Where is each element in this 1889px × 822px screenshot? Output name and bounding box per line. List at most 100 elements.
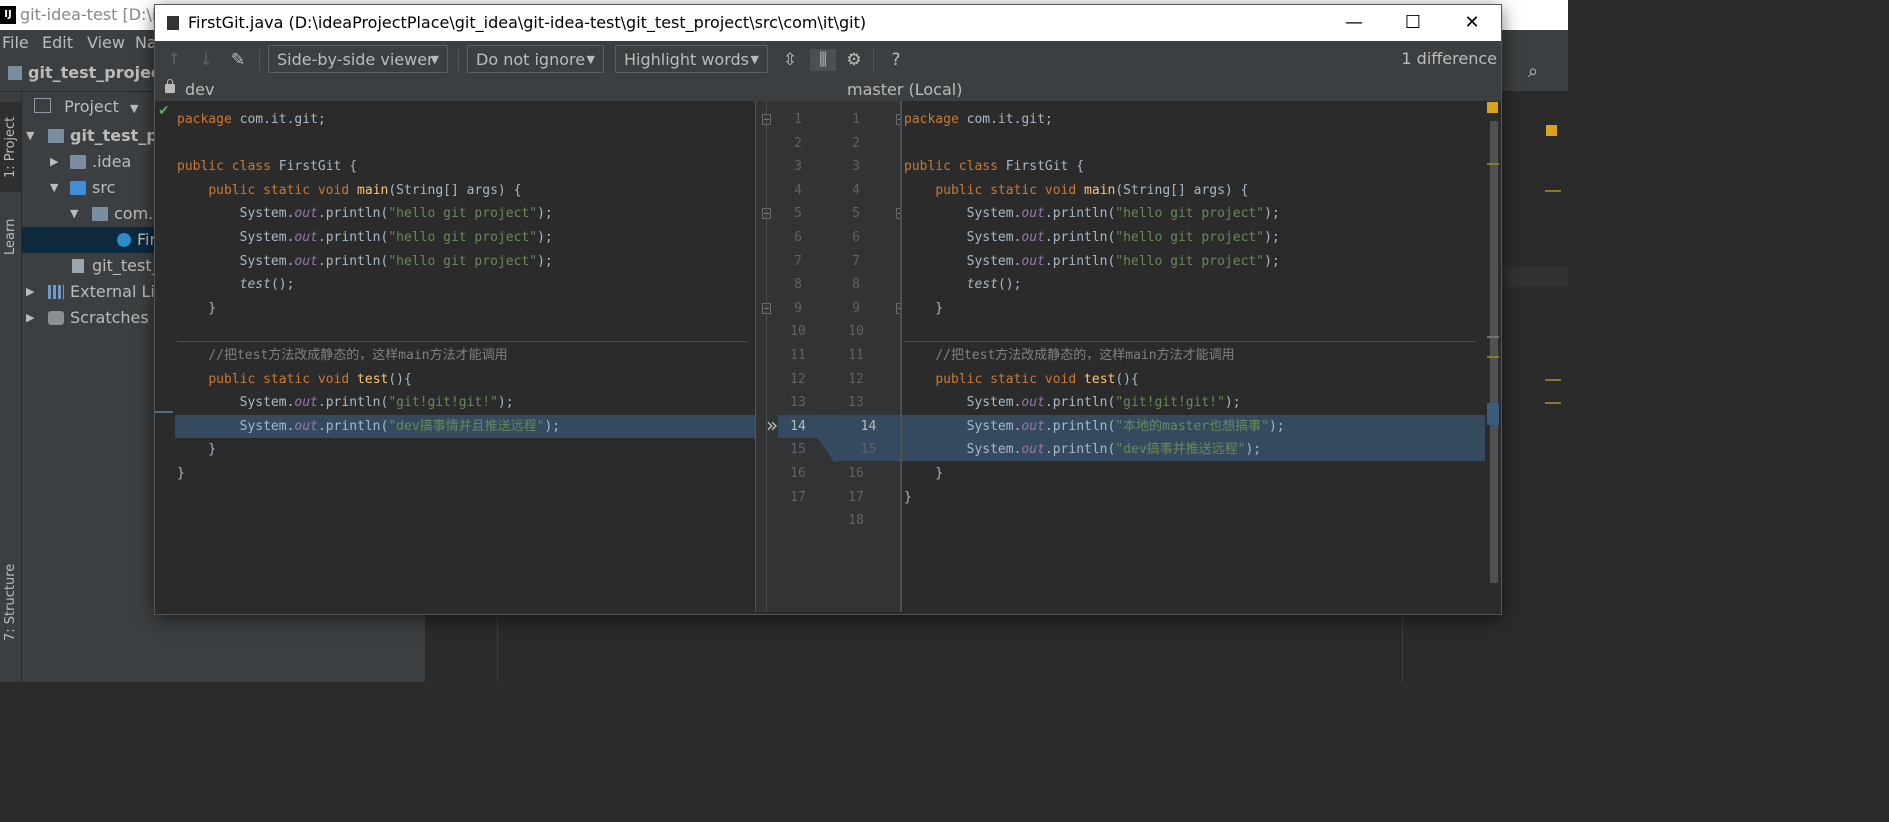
menu-file[interactable]: File	[2, 30, 29, 55]
code-line[interactable]: public class FirstGit {	[175, 155, 757, 178]
expand-arrow-icon[interactable]: ▼	[26, 123, 34, 149]
viewer-mode-dropdown[interactable]: Side-by-side viewer ▼	[268, 45, 448, 73]
collapse-arrow-icon[interactable]: ▶	[26, 279, 34, 305]
code-line[interactable]	[175, 132, 757, 155]
code-line[interactable]: test();	[902, 273, 1486, 296]
next-difference-icon[interactable]: ↓	[195, 49, 217, 71]
menu-navigate[interactable]: Na	[135, 30, 157, 55]
collapse-arrow-icon[interactable]: ▶	[26, 305, 34, 331]
minimize-button[interactable]: —	[1325, 5, 1383, 41]
code-line[interactable]: System.out.println("git!git!git!");	[902, 391, 1486, 414]
library-icon	[48, 285, 64, 299]
collapse-arrow-icon[interactable]: ▶	[50, 149, 58, 175]
code-line[interactable]: System.out.println("本地的master也想搞事");	[902, 414, 1486, 438]
code-line[interactable]: System.out.println("hello git project");	[902, 226, 1486, 249]
right-margin-guide	[497, 614, 498, 682]
expand-arrow-icon[interactable]: ▼	[70, 201, 78, 227]
code-line[interactable]	[902, 132, 1486, 155]
code-line[interactable]: System.out.println("git!git!git!");	[175, 391, 757, 414]
close-button[interactable]: ✕	[1443, 5, 1501, 41]
scratches-icon	[48, 311, 64, 325]
gear-icon[interactable]: ⚙	[843, 49, 865, 71]
project-panel-header[interactable]: Project ▼	[34, 97, 138, 116]
synchronize-scrolling-icon[interactable]: ⫼	[810, 49, 836, 71]
code-line[interactable]: System.out.println("hello git project");	[175, 250, 757, 273]
code-line[interactable]: }	[175, 462, 757, 485]
code-line[interactable]: System.out.println("hello git project");	[175, 226, 757, 249]
tab-learn[interactable]: Learn	[0, 207, 21, 267]
code-line[interactable]: public static void test(){	[175, 368, 757, 391]
code-line[interactable]: System.out.println("dev搞事情并且推送远程");	[175, 414, 757, 438]
chevron-down-icon[interactable]: ▼	[130, 102, 138, 115]
left-line-number: 6	[794, 230, 802, 245]
vertical-scrollbar[interactable]	[1490, 121, 1498, 583]
code-line[interactable]: }	[902, 462, 1486, 485]
background-editor-bottom	[425, 614, 1568, 682]
collapse-unchanged-icon[interactable]: ⇳	[779, 49, 801, 71]
highlight-policy-dropdown[interactable]: Highlight words ▼	[615, 45, 768, 73]
code-line[interactable]: System.out.println("hello git project");	[902, 202, 1486, 225]
right-line-number: 15	[836, 438, 901, 462]
left-line-number: 17	[790, 489, 806, 505]
code-line[interactable]: System.out.println("dev搞事并推送远程");	[902, 438, 1486, 462]
left-editor-pane[interactable]: package com.it.git; public class FirstGit…	[175, 101, 757, 612]
right-line-number: 1	[852, 112, 860, 127]
chevron-down-icon: ▼	[586, 53, 595, 66]
diff-window-icon	[167, 16, 179, 30]
left-line-number: 16	[790, 466, 806, 481]
code-line[interactable]: }	[902, 297, 1486, 320]
iml-file-icon	[72, 259, 84, 273]
right-line-number: 14	[836, 414, 901, 438]
right-scroll-strip	[1485, 101, 1501, 612]
code-line[interactable]: System.out.println("hello git project");	[175, 202, 757, 225]
code-line[interactable]: package com.it.git;	[175, 108, 757, 131]
ignore-policy-dropdown[interactable]: Do not ignore ▼	[467, 45, 604, 73]
apply-change-arrow-icon[interactable]: »	[766, 413, 778, 437]
right-line-number: 18	[848, 513, 864, 529]
module-folder-icon	[48, 129, 64, 143]
previous-difference-icon[interactable]: ↑	[163, 49, 185, 71]
code-line[interactable]: public static void main(String[] args) {	[902, 179, 1486, 202]
maximize-button[interactable]: ☐	[1384, 5, 1442, 41]
expand-arrow-icon[interactable]: ▼	[50, 175, 58, 201]
code-line[interactable]	[902, 509, 1486, 532]
edit-source-icon[interactable]: ✎	[227, 49, 249, 71]
code-line[interactable]: //把test方法改成静态的，这样main方法才能调用	[175, 344, 757, 367]
code-line[interactable]: public static void test(){	[902, 368, 1486, 391]
right-line-number: 10	[848, 324, 864, 340]
tree-item-label: Fir	[137, 230, 157, 249]
menu-edit[interactable]: Edit	[42, 30, 73, 55]
code-line[interactable]: //把test方法改成静态的，这样main方法才能调用	[902, 344, 1486, 367]
right-editor-pane[interactable]: package com.it.git; public class FirstGit…	[901, 101, 1486, 612]
code-line[interactable]: }	[175, 438, 757, 461]
method-separator	[904, 340, 1476, 342]
code-line[interactable]	[175, 486, 757, 509]
help-button[interactable]: ?	[885, 49, 907, 71]
search-icon[interactable]: ⌕	[1528, 61, 1538, 82]
breadcrumb-project[interactable]: git_test_project	[8, 63, 168, 82]
java-class-icon	[117, 233, 131, 247]
code-line[interactable]: test();	[175, 273, 757, 296]
code-line[interactable]: System.out.println("hello git project");	[902, 250, 1486, 273]
left-line-number: 4	[794, 182, 802, 198]
right-line-number: 16	[848, 466, 864, 481]
right-line-number: 3	[852, 159, 860, 175]
tab-project[interactable]: 1: Project	[0, 102, 21, 192]
scroll-marker	[1487, 356, 1499, 358]
code-line[interactable]: }	[902, 486, 1486, 509]
ide-window-title: git-idea-test [D:\id	[20, 5, 167, 24]
warning-marker-icon	[1487, 102, 1498, 113]
tree-item-label: git_test_	[92, 256, 160, 275]
code-line[interactable]: package com.it.git;	[902, 108, 1486, 131]
code-line[interactable]: public static void main(String[] args) {	[175, 179, 757, 202]
lock-icon	[165, 79, 175, 93]
tab-structure[interactable]: 7: Structure	[0, 552, 21, 652]
caret-row-highlight	[1501, 267, 1568, 287]
code-line[interactable]: }	[175, 297, 757, 320]
menu-view[interactable]: View	[87, 30, 125, 55]
scroll-marker	[1545, 402, 1561, 404]
left-line-number: 14	[778, 414, 818, 438]
method-separator	[177, 340, 747, 342]
code-line[interactable]: public class FirstGit {	[902, 155, 1486, 178]
package-icon	[92, 207, 108, 221]
